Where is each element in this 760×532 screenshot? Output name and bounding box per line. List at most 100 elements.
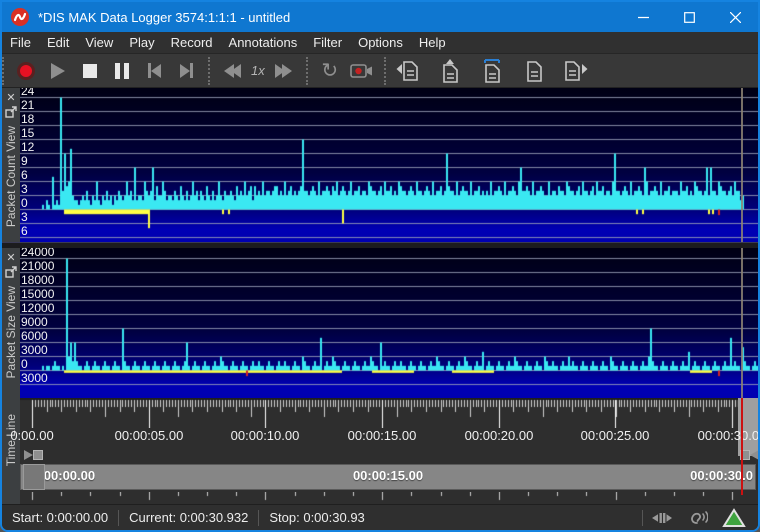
menu-play[interactable]: Play xyxy=(121,32,162,54)
fast-forward-icon xyxy=(275,63,293,78)
eject-file-icon xyxy=(442,58,458,83)
y-axis-tick-label: 6 xyxy=(21,168,28,182)
skip-to-end-button[interactable] xyxy=(170,58,202,84)
close-button[interactable] xyxy=(712,2,758,32)
record-marker-button[interactable] xyxy=(346,58,378,84)
prev-file-icon xyxy=(396,60,418,81)
prev-file-button[interactable] xyxy=(392,58,424,84)
menu-record[interactable]: Record xyxy=(163,32,221,54)
undock-panel-icon[interactable] xyxy=(5,266,17,282)
close-panel-icon[interactable]: ✕ xyxy=(6,90,15,106)
packet-count-plot[interactable]: 24 21 18 15 12 9 6 3 0 3 6 xyxy=(20,88,758,242)
app-window: *DIS MAK Data Logger 3574:1:1:1 - untitl… xyxy=(0,0,760,532)
menu-filter[interactable]: Filter xyxy=(305,32,350,54)
menu-view[interactable]: View xyxy=(77,32,121,54)
y-axis-tick-label: 6000 xyxy=(21,329,48,343)
y-axis-tick-label: 15000 xyxy=(21,287,55,301)
current-position-cursor[interactable] xyxy=(741,248,743,398)
skip-to-start-button[interactable] xyxy=(138,58,170,84)
slower-button[interactable] xyxy=(216,58,248,84)
timeline-tick-label: 00:00:05.00 xyxy=(114,428,184,443)
menu-file[interactable]: File xyxy=(2,32,39,54)
pause-button[interactable] xyxy=(106,58,138,84)
panel-title: Packet Size View xyxy=(4,286,18,379)
y-axis-tick-label: 15 xyxy=(21,126,35,140)
close-icon xyxy=(729,11,741,23)
start-marker-icon xyxy=(24,450,33,460)
loop-icon: ↻ xyxy=(321,59,339,82)
loop-button[interactable]: ↻ xyxy=(314,58,346,84)
timeline-panel: Time Line 0:00.00 00:00:05.00 00:00:10.00 0… xyxy=(2,398,758,504)
eject-file-button[interactable] xyxy=(434,58,466,84)
close-panel-icon[interactable]: ✕ xyxy=(6,250,15,266)
y-axis-tick-label: 6 xyxy=(21,224,28,238)
y-axis-tick-label: 21 xyxy=(21,98,35,112)
timeline-tick-label: 0:00.00 xyxy=(10,428,54,443)
timeline-tick-label: 00:00:20.00 xyxy=(464,428,534,443)
packet-size-panel: ✕ Packet Size View 24000 21000 18000 15000 1… xyxy=(2,248,758,398)
y-axis-tick-label: 3 xyxy=(21,210,28,224)
speed-label: 1x xyxy=(251,63,265,78)
packet-size-plot[interactable]: 24000 21000 18000 15000 12000 9000 6000 3000 0 30… xyxy=(20,248,758,398)
faster-button[interactable] xyxy=(268,58,300,84)
next-file-button[interactable] xyxy=(560,58,592,84)
timeline-overview-bar[interactable]: 00:00:00.00 00:00:15.00 00:00:30.0 xyxy=(20,464,756,490)
status-stop-time: Stop: 0:00:30.93 xyxy=(269,510,365,525)
timeline-content[interactable]: 0:00.00 00:00:05.00 00:00:10.00 00:00:15.00… xyxy=(10,398,760,504)
status-current-time: Current: 0:00:30.932 xyxy=(129,510,249,525)
y-axis-tick-label: 3000 xyxy=(21,343,48,357)
menu-help[interactable]: Help xyxy=(411,32,454,54)
current-file-button[interactable] xyxy=(476,58,508,84)
maximize-button[interactable] xyxy=(666,2,712,32)
timeline-tick-label: 00:00:10.00 xyxy=(230,428,300,443)
skip-to-end-icon xyxy=(179,63,193,78)
menu-annotations[interactable]: Annotations xyxy=(221,32,306,54)
y-axis-tick-label: 0 xyxy=(21,196,28,210)
overview-left-handle[interactable] xyxy=(23,464,45,490)
window-title: *DIS MAK Data Logger 3574:1:1:1 - untitl… xyxy=(38,9,291,25)
current-position-cursor[interactable] xyxy=(741,88,743,242)
y-axis-tick-label: 0 xyxy=(21,357,28,371)
timeline-tick-label: 00:00:25.00 xyxy=(580,428,650,443)
title-bar: *DIS MAK Data Logger 3574:1:1:1 - untitl… xyxy=(2,2,758,32)
undock-panel-icon[interactable] xyxy=(5,106,17,122)
transport-group xyxy=(2,56,208,85)
current-file-icon xyxy=(483,58,500,83)
minimize-button[interactable] xyxy=(620,2,666,32)
y-axis-tick-label: 9 xyxy=(21,154,28,168)
packet-size-strip: ✕ Packet Size View xyxy=(2,248,20,398)
packet-count-panel: ✕ Packet Count View 24 21 18 15 12 9 6 3 0 3 6 xyxy=(2,88,758,242)
y-axis-tick-label: 9000 xyxy=(21,315,48,329)
timeline-current-cursor[interactable] xyxy=(741,398,743,495)
overview-middle-time: 00:00:15.00 xyxy=(352,468,424,483)
status-separator xyxy=(642,509,643,526)
play-button[interactable] xyxy=(42,58,74,84)
packet-count-strip: ✕ Packet Count View xyxy=(2,88,20,242)
y-axis-tick-label: 24 xyxy=(21,88,35,98)
menu-bar: File Edit View Play Record Annotations Filter O… xyxy=(2,32,758,54)
rewind-icon xyxy=(223,63,241,78)
record-button[interactable] xyxy=(10,58,42,84)
panel-title: Packet Count View xyxy=(4,126,18,228)
menu-options[interactable]: Options xyxy=(350,32,411,54)
status-ok-indicator-icon xyxy=(722,507,746,528)
listen-ear-icon xyxy=(688,510,708,526)
loop-record-group: ↻ xyxy=(305,56,384,85)
timeline-tick-label: 00:00:30.00 xyxy=(697,428,760,443)
file-button[interactable] xyxy=(518,58,550,84)
start-marker[interactable] xyxy=(24,450,43,460)
overview-end-time: 00:00:30.0 xyxy=(690,468,753,483)
timeline-strip: Time Line xyxy=(2,398,20,504)
timeline-ruler[interactable] xyxy=(20,398,758,428)
record-icon xyxy=(17,61,35,80)
toolbar: 1x ↻ xyxy=(2,54,758,88)
y-axis-tick-label: 24000 xyxy=(21,248,55,259)
stop-button[interactable] xyxy=(74,58,106,84)
play-icon xyxy=(51,62,65,79)
timeline-tick-label: 00:00:15.00 xyxy=(347,428,417,443)
menu-edit[interactable]: Edit xyxy=(39,32,77,54)
network-traffic-icon xyxy=(650,511,674,525)
status-start-time: Start: 0:00:00.00 xyxy=(12,510,109,525)
file-icon xyxy=(526,60,542,82)
pause-icon xyxy=(115,62,129,79)
